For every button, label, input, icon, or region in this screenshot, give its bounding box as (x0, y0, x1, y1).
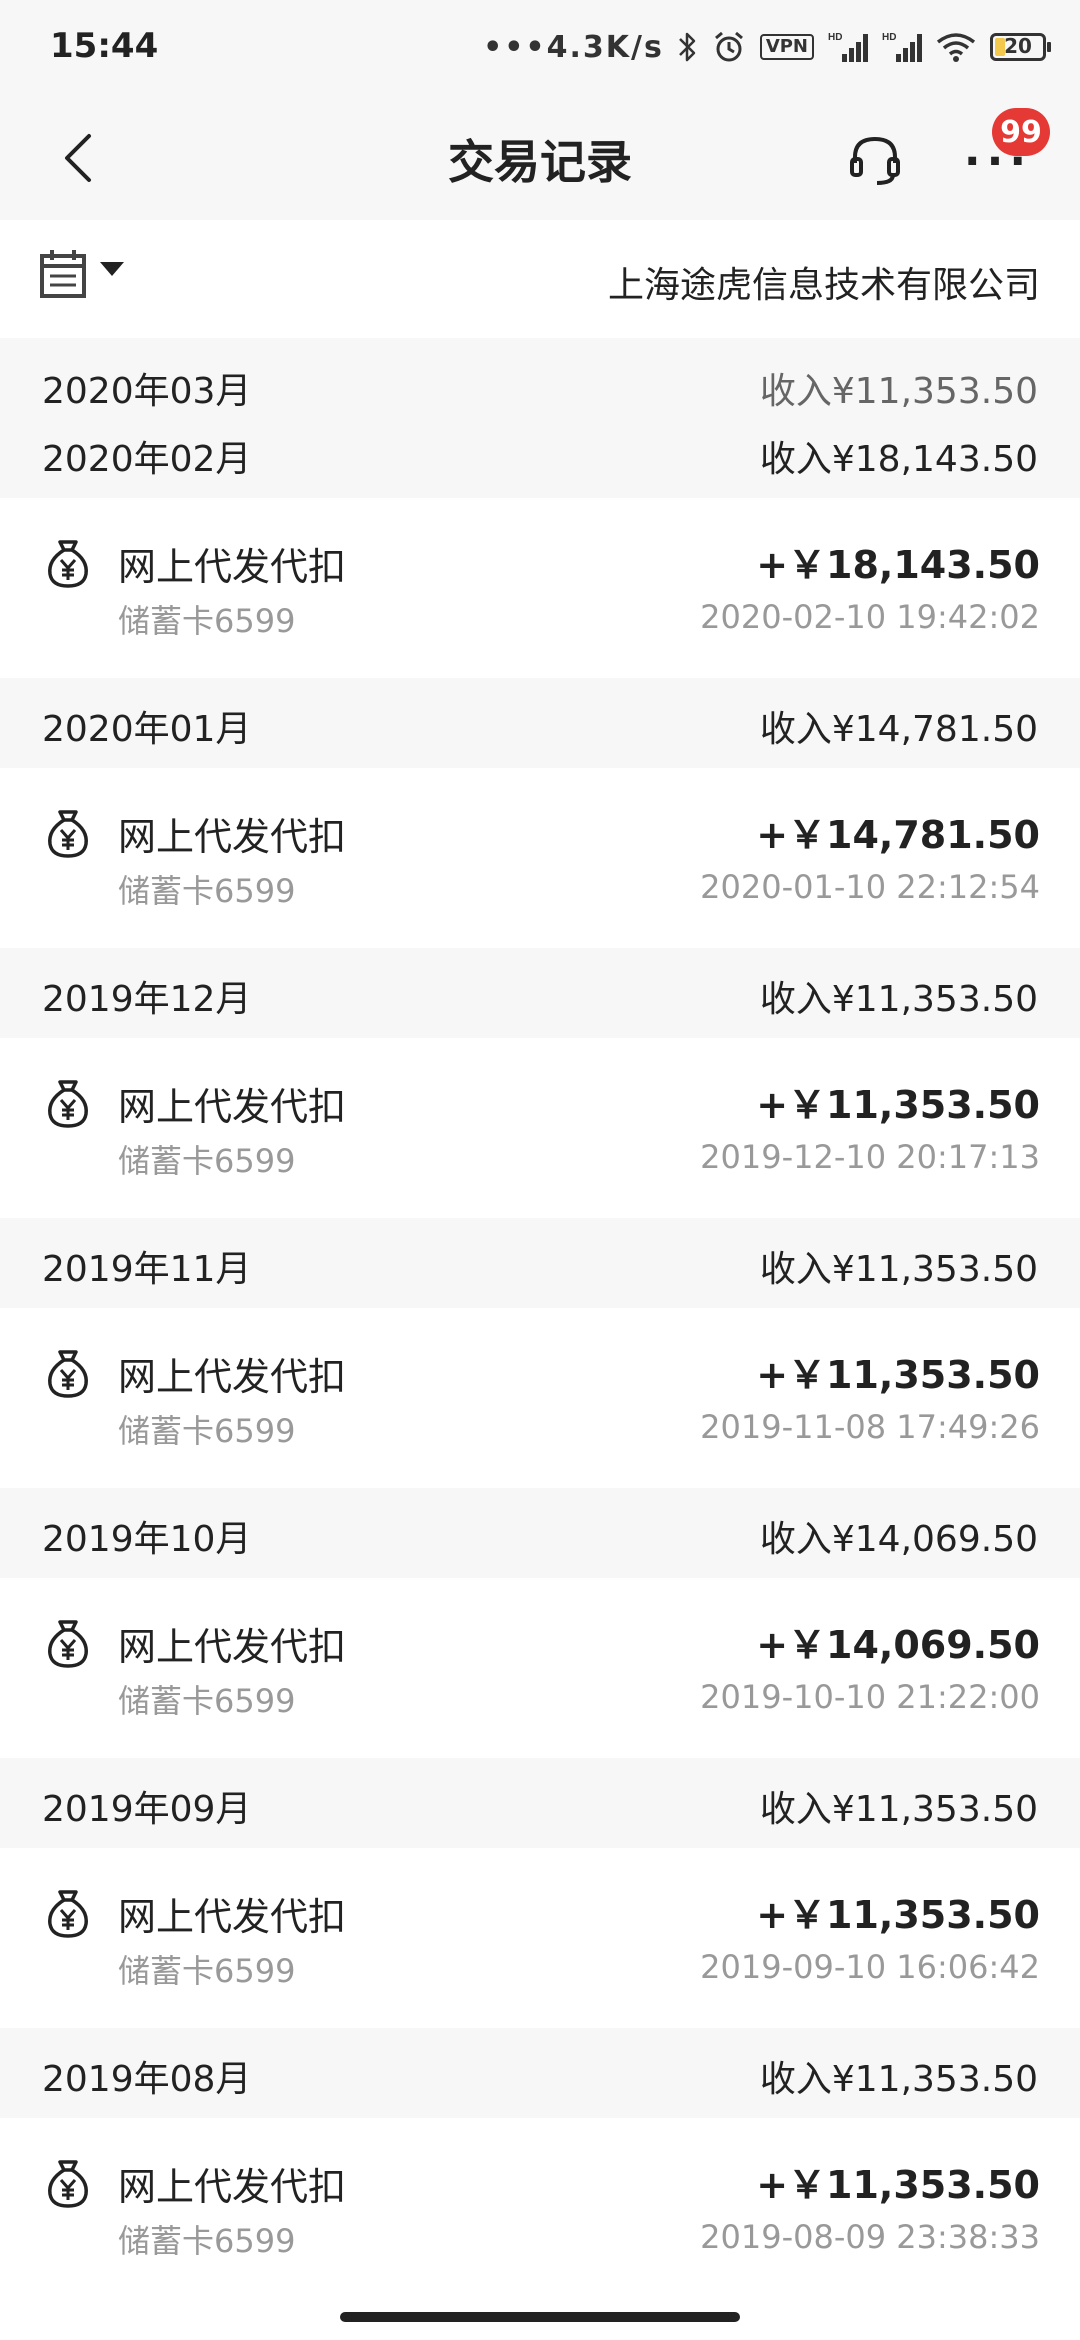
transaction-title: 网上代发代扣 (118, 1895, 347, 1939)
month-income: 收入¥14,781.50 (759, 709, 1038, 750)
battery-level: 20 (1004, 34, 1032, 58)
signal-icon: HD (882, 30, 922, 64)
transaction-title: 网上代发代扣 (118, 1355, 347, 1399)
transaction-row[interactable]: 网上代发代扣储蓄卡6599 +￥14,069.50 2019-10-10 21:22… (0, 1578, 1080, 1758)
transaction-card: 储蓄卡6599 (118, 1682, 296, 1720)
date-filter-button[interactable] (38, 248, 126, 300)
status-bar: 15:44 •••4.3K/s VPN HD HD 20 (0, 0, 1080, 96)
alarm-icon (712, 30, 746, 64)
transaction-time: 2019-11-08 17:49:26 (700, 1408, 1040, 1446)
transaction-amount: +￥14,781.50 (756, 813, 1040, 857)
transaction-amount: +￥11,353.50 (756, 2163, 1040, 2207)
transaction-row[interactable]: 网上代发代扣储蓄卡6599 +￥11,353.50 2019-11-08 17:49… (0, 1308, 1080, 1488)
month-header: 2019年11月 收入¥11,353.50 (0, 1218, 1080, 1308)
customer-service-button[interactable] (842, 126, 908, 192)
svg-text:HD: HD (828, 32, 842, 43)
status-time: 15:44 (50, 26, 159, 66)
nav-header: 交易记录 ··· (0, 96, 1080, 220)
money-bag-icon (44, 1616, 92, 1670)
transaction-time: 2019-09-10 16:06:42 (700, 1948, 1040, 1986)
transaction-amount: +￥14,069.50 (756, 1623, 1040, 1667)
bluetooth-icon (678, 30, 698, 64)
transaction-row[interactable]: 网上代发代扣储蓄卡6599 +￥11,353.50 2019-12-10 20:17… (0, 1038, 1080, 1218)
transaction-amount: +￥11,353.50 (756, 1893, 1040, 1937)
transaction-card: 储蓄卡6599 (118, 2222, 296, 2260)
transaction-title: 网上代发代扣 (118, 1625, 347, 1669)
transaction-title: 网上代发代扣 (118, 1085, 347, 1129)
wifi-icon (936, 30, 976, 64)
transaction-card: 储蓄卡6599 (118, 1412, 296, 1450)
transaction-amount: +￥11,353.50 (756, 1083, 1040, 1127)
transaction-list: 2020年03月 收入¥11,353.50 2020年02月 收入¥18,143.50… (0, 338, 1080, 2298)
month-income: 收入¥11,353.50 (759, 1789, 1038, 1830)
company-selector[interactable]: 上海途虎信息技术有限公司 (608, 256, 1040, 308)
month-income: 收入¥14,069.50 (759, 1519, 1038, 1560)
month-header: 2020年03月 收入¥11,353.50 (0, 338, 1080, 412)
month-label: 2019年11月 (42, 1249, 252, 1290)
transaction-time: 2019-08-09 23:38:33 (700, 2218, 1040, 2256)
month-label: 2020年02月 (42, 439, 252, 480)
transaction-row[interactable]: 网上代发代扣储蓄卡6599 +￥11,353.50 2019-08-09 23:38… (0, 2118, 1080, 2298)
transaction-title: 网上代发代扣 (118, 545, 347, 589)
month-header: 2019年12月 收入¥11,353.50 (0, 948, 1080, 1038)
month-header: 2019年09月 收入¥11,353.50 (0, 1758, 1080, 1848)
transaction-card: 储蓄卡6599 (118, 602, 296, 640)
month-label: 2019年09月 (42, 1789, 252, 1830)
signal-icon: HD (828, 30, 868, 64)
transaction-card: 储蓄卡6599 (118, 1142, 296, 1180)
svg-text:HD: HD (882, 32, 896, 43)
headset-icon (850, 136, 900, 185)
month-income: 收入¥11,353.50 (759, 371, 1038, 412)
month-income: 收入¥11,353.50 (759, 979, 1038, 1020)
transaction-row[interactable]: 网上代发代扣储蓄卡6599 +￥11,353.50 2019-09-10 16:06… (0, 1848, 1080, 2028)
money-bag-icon (44, 1886, 92, 1940)
filter-bar: 上海途虎信息技术有限公司 (0, 220, 1080, 338)
notification-badge: 99 (992, 108, 1050, 156)
caret-down-icon (100, 262, 124, 276)
transaction-time: 2020-01-10 22:12:54 (700, 868, 1040, 906)
month-label: 2020年03月 (42, 371, 252, 412)
transaction-records-screen: 15:44 •••4.3K/s VPN HD HD 20 交易记录 ··· 99… (0, 0, 1080, 2340)
month-header: 2019年10月 收入¥14,069.50 (0, 1488, 1080, 1578)
calendar-icon (40, 250, 86, 298)
month-header: 2020年02月 收入¥18,143.50 (0, 408, 1080, 498)
battery-icon: 20 (990, 33, 1051, 61)
month-label: 2019年10月 (42, 1519, 252, 1560)
status-icons: •••4.3K/s VPN HD HD 20 (483, 26, 1051, 68)
transaction-card: 储蓄卡6599 (118, 872, 296, 910)
transaction-time: 2019-12-10 20:17:13 (700, 1138, 1040, 1176)
vpn-icon: VPN (759, 34, 814, 60)
transaction-amount: +￥11,353.50 (756, 1353, 1040, 1397)
month-label: 2019年12月 (42, 979, 252, 1020)
transaction-row[interactable]: 网上代发代扣储蓄卡6599 +￥18,143.50 2020-02-10 19:42… (0, 498, 1080, 678)
page-title: 交易记录 (448, 135, 632, 189)
month-label: 2019年08月 (42, 2059, 252, 2100)
network-speed: •••4.3K/s (483, 29, 664, 65)
month-label: 2020年01月 (42, 709, 252, 750)
month-header: 2019年08月 收入¥11,353.50 (0, 2028, 1080, 2118)
transaction-time: 2019-10-10 21:22:00 (700, 1678, 1040, 1716)
transaction-time: 2020-02-10 19:42:02 (700, 598, 1040, 636)
month-income: 收入¥11,353.50 (759, 2059, 1038, 2100)
month-header: 2020年01月 收入¥14,781.50 (0, 678, 1080, 768)
money-bag-icon (44, 2156, 92, 2210)
home-indicator[interactable] (340, 2312, 740, 2322)
money-bag-icon (44, 1346, 92, 1400)
money-bag-icon (44, 536, 92, 590)
transaction-title: 网上代发代扣 (118, 2165, 347, 2209)
money-bag-icon (44, 806, 92, 860)
money-bag-icon (44, 1076, 92, 1130)
month-income: 收入¥11,353.50 (759, 1249, 1038, 1290)
month-income: 收入¥18,143.50 (759, 439, 1038, 480)
transaction-amount: +￥18,143.50 (756, 543, 1040, 587)
transaction-card: 储蓄卡6599 (118, 1952, 296, 1990)
transaction-title: 网上代发代扣 (118, 815, 347, 859)
transaction-row[interactable]: 网上代发代扣储蓄卡6599 +￥14,781.50 2020-01-10 22:12… (0, 768, 1080, 948)
